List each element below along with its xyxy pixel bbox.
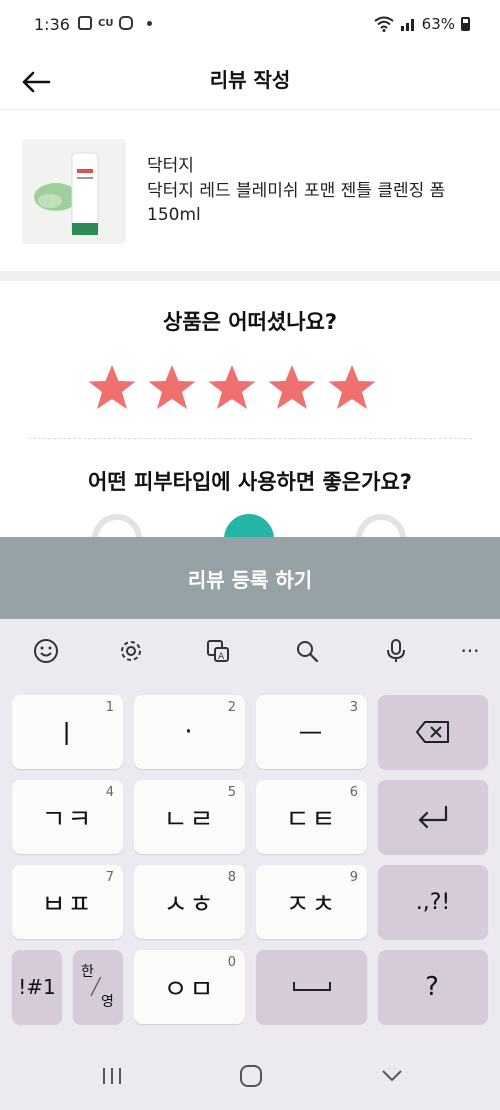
symbols-key[interactable]: !#1: [12, 950, 62, 1024]
settings-icon: [121, 641, 141, 661]
key-7[interactable]: ㅂㅍ 7: [12, 865, 123, 939]
more-icon: ···: [460, 639, 480, 663]
battery-icon: [461, 17, 470, 31]
key-1[interactable]: ㅣ1: [12, 695, 123, 769]
page-title: 리뷰 작성: [209, 68, 291, 92]
status-time: 1:36: [34, 15, 70, 34]
keyboard: A ··· ㅣ1 · 2 ㅡ3 ㄱㅋ 4 ㄴㄹ 5 ㄷㅌ 6 ㅂㅍ 7 ㅅㅎ 8 ㅈㅊ 9 .…: [0, 619, 500, 1040]
battery-percent: 63%: [421, 15, 455, 33]
space-key[interactable]: [256, 950, 367, 1024]
key-0[interactable]: ㅇㅁ 0: [134, 950, 245, 1024]
language-switch-key[interactable]: 한 ╱ 영: [73, 950, 123, 1024]
key-4[interactable]: ㄱㅋ 4: [12, 780, 123, 854]
backspace-key[interactable]: [378, 695, 488, 769]
home-icon: [240, 1065, 262, 1087]
submit-review-button[interactable]: 리뷰 등록 하기: [0, 537, 500, 619]
more-notifications-icon: [147, 20, 153, 26]
slash-divider: ╱: [91, 977, 101, 996]
nav-back-button[interactable]: [372, 1058, 412, 1094]
star-icon[interactable]: [86, 362, 138, 414]
system-nav-bar: [0, 1040, 500, 1110]
backspace-icon: [416, 721, 449, 743]
instagram-icon: [119, 16, 134, 30]
key-8[interactable]: ㅅㅎ 8: [134, 865, 245, 939]
search-button[interactable]: [289, 633, 325, 669]
product-image: [22, 139, 126, 244]
svg-text:A: A: [218, 652, 225, 662]
star-icon[interactable]: [206, 362, 258, 414]
status-right: 63%: [374, 15, 470, 33]
key-2[interactable]: · 2: [134, 695, 245, 769]
status-bar: 1:36 CU 63%: [0, 0, 500, 52]
key-9[interactable]: ㅈㅊ 9: [256, 865, 367, 939]
search-icon: [297, 641, 319, 663]
enter-icon: [418, 805, 448, 829]
signal-icon: [400, 19, 414, 31]
space-icon: [292, 982, 331, 991]
app-header: 리뷰 작성: [0, 52, 500, 110]
skin-type-question: 어떤 피부타입에 사용하면 좋은가요?: [88, 470, 412, 494]
key-5[interactable]: ㄴㄹ 5: [134, 780, 245, 854]
notification-icons: CU: [78, 16, 153, 30]
punctuation-key[interactable]: .,?!: [378, 865, 488, 939]
emoji-icon: [34, 639, 58, 663]
gallery-icon: [78, 16, 92, 30]
translate-button[interactable]: A: [200, 633, 236, 669]
product-name: 닥터지 레드 블레미쉬 포맨 젠틀 클렌징 폼 150ml: [147, 181, 446, 225]
key-3[interactable]: ㅡ3: [256, 695, 367, 769]
wifi-icon: [374, 16, 394, 32]
submit-review-label: 리뷰 등록 하기: [187, 567, 313, 592]
section-divider: [0, 271, 500, 281]
rating-question: 상품은 어떠셨나요?: [162, 310, 338, 334]
settings-button[interactable]: [113, 633, 149, 669]
mic-icon: [387, 639, 405, 662]
voice-input-button[interactable]: [378, 633, 414, 669]
recents-icon: [103, 1068, 121, 1084]
dashed-divider: [28, 438, 472, 439]
home-button[interactable]: [231, 1058, 271, 1094]
question-key[interactable]: ?: [378, 950, 488, 1024]
product-card: 닥터지 닥터지 레드 블레미쉬 포맨 젠틀 클렌징 폼 150ml: [0, 111, 500, 271]
translate-icon: A: [207, 640, 229, 662]
enter-key[interactable]: [378, 780, 488, 854]
back-icon: [382, 1070, 402, 1082]
star-icon[interactable]: [146, 362, 198, 414]
keyboard-toolbar: A ···: [0, 619, 500, 683]
key-6[interactable]: ㄷㅌ 6: [256, 780, 367, 854]
star-icon[interactable]: [266, 362, 318, 414]
star-icon[interactable]: [326, 362, 378, 414]
product-brand: 닥터지: [147, 156, 194, 176]
star-rating[interactable]: [86, 362, 378, 414]
more-button[interactable]: ···: [452, 633, 488, 669]
carrier-badge: CU: [98, 17, 114, 29]
recents-button[interactable]: [92, 1058, 132, 1094]
emoji-button[interactable]: [28, 633, 64, 669]
